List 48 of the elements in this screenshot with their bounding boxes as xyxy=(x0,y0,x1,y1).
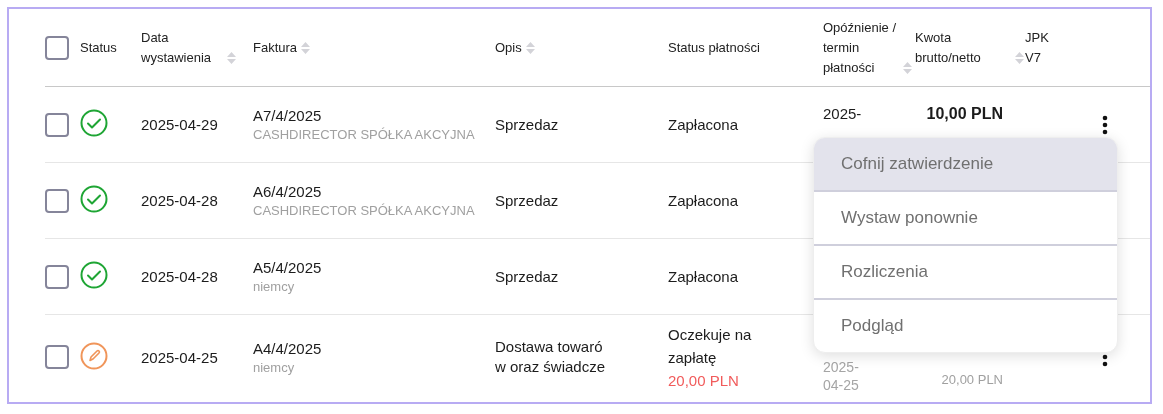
sort-icon xyxy=(1015,51,1024,64)
customer-name: niemcy xyxy=(253,359,296,375)
date-text: 2025-04-25 xyxy=(141,348,219,366)
description-text: Dostawa towarów oraz świadcze xyxy=(495,337,607,377)
due-date: 2025- xyxy=(823,105,863,123)
column-header[interactable]: Opóźnienie / termin płatności xyxy=(823,17,899,78)
customer-name: CASHDIRECTOR SPÓŁKA AKCYJNA xyxy=(253,127,476,142)
payment-status: Zapłacona xyxy=(668,267,740,287)
checkbox[interactable] xyxy=(45,112,69,137)
sort-icon xyxy=(301,41,311,54)
description-text: Sprzedaz xyxy=(495,190,560,211)
sort-icon xyxy=(903,61,912,74)
menu-item[interactable]: Podgląd xyxy=(814,298,1117,352)
column-header: JPK V7 xyxy=(1025,28,1050,67)
outstanding-amount: 20,00 PLN xyxy=(668,370,740,391)
more-icon[interactable] xyxy=(1102,114,1108,135)
column-header: Status xyxy=(80,38,117,57)
invoice-number: A4/4/2025 xyxy=(253,339,323,357)
net-amount: 20,00 PLN xyxy=(941,372,1003,387)
column-header[interactable]: Faktura xyxy=(253,37,298,58)
payment-status: Zapłacona xyxy=(668,115,740,135)
date-text: 2025-04-28 xyxy=(141,192,219,209)
checkbox[interactable] xyxy=(45,188,69,213)
column-header[interactable]: Kwota brutto/netto xyxy=(915,27,1011,68)
payment-status: Zapłacona xyxy=(668,191,740,211)
checkbox[interactable] xyxy=(45,345,69,369)
invoice-number: A7/4/2025 xyxy=(253,107,323,124)
sort-icon xyxy=(227,51,236,64)
invoice-number: A5/4/2025 xyxy=(253,259,323,276)
invoice-number: A6/4/2025 xyxy=(253,183,323,200)
date-text: 2025-04-28 xyxy=(141,268,219,285)
column-header[interactable]: Data wystawienia xyxy=(141,27,223,68)
due-date: 2025-04-25 xyxy=(823,358,860,394)
payment-status: Oczekuje na zapłatę xyxy=(668,324,753,368)
description-text: Sprzedaz xyxy=(495,114,560,135)
date-text: 2025-04-29 xyxy=(141,116,219,133)
menu-item[interactable]: Cofnij zatwierdzenie xyxy=(814,138,1117,190)
column-header[interactable]: Opis xyxy=(495,37,522,58)
menu-item[interactable]: Wystaw ponownie xyxy=(814,190,1117,244)
customer-name: CASHDIRECTOR SPÓŁKA AKCYJNA xyxy=(253,203,476,218)
sort-icon xyxy=(525,41,535,54)
menu-item[interactable]: Rozliczenia xyxy=(814,244,1117,298)
column-header: Status płatności xyxy=(668,38,760,57)
gross-amount: 10,00 PLN xyxy=(926,105,1003,123)
checkbox[interactable] xyxy=(45,35,69,60)
checkbox[interactable] xyxy=(45,264,69,289)
description-text: Sprzedaz xyxy=(495,266,560,287)
customer-name: niemcy xyxy=(253,279,296,294)
